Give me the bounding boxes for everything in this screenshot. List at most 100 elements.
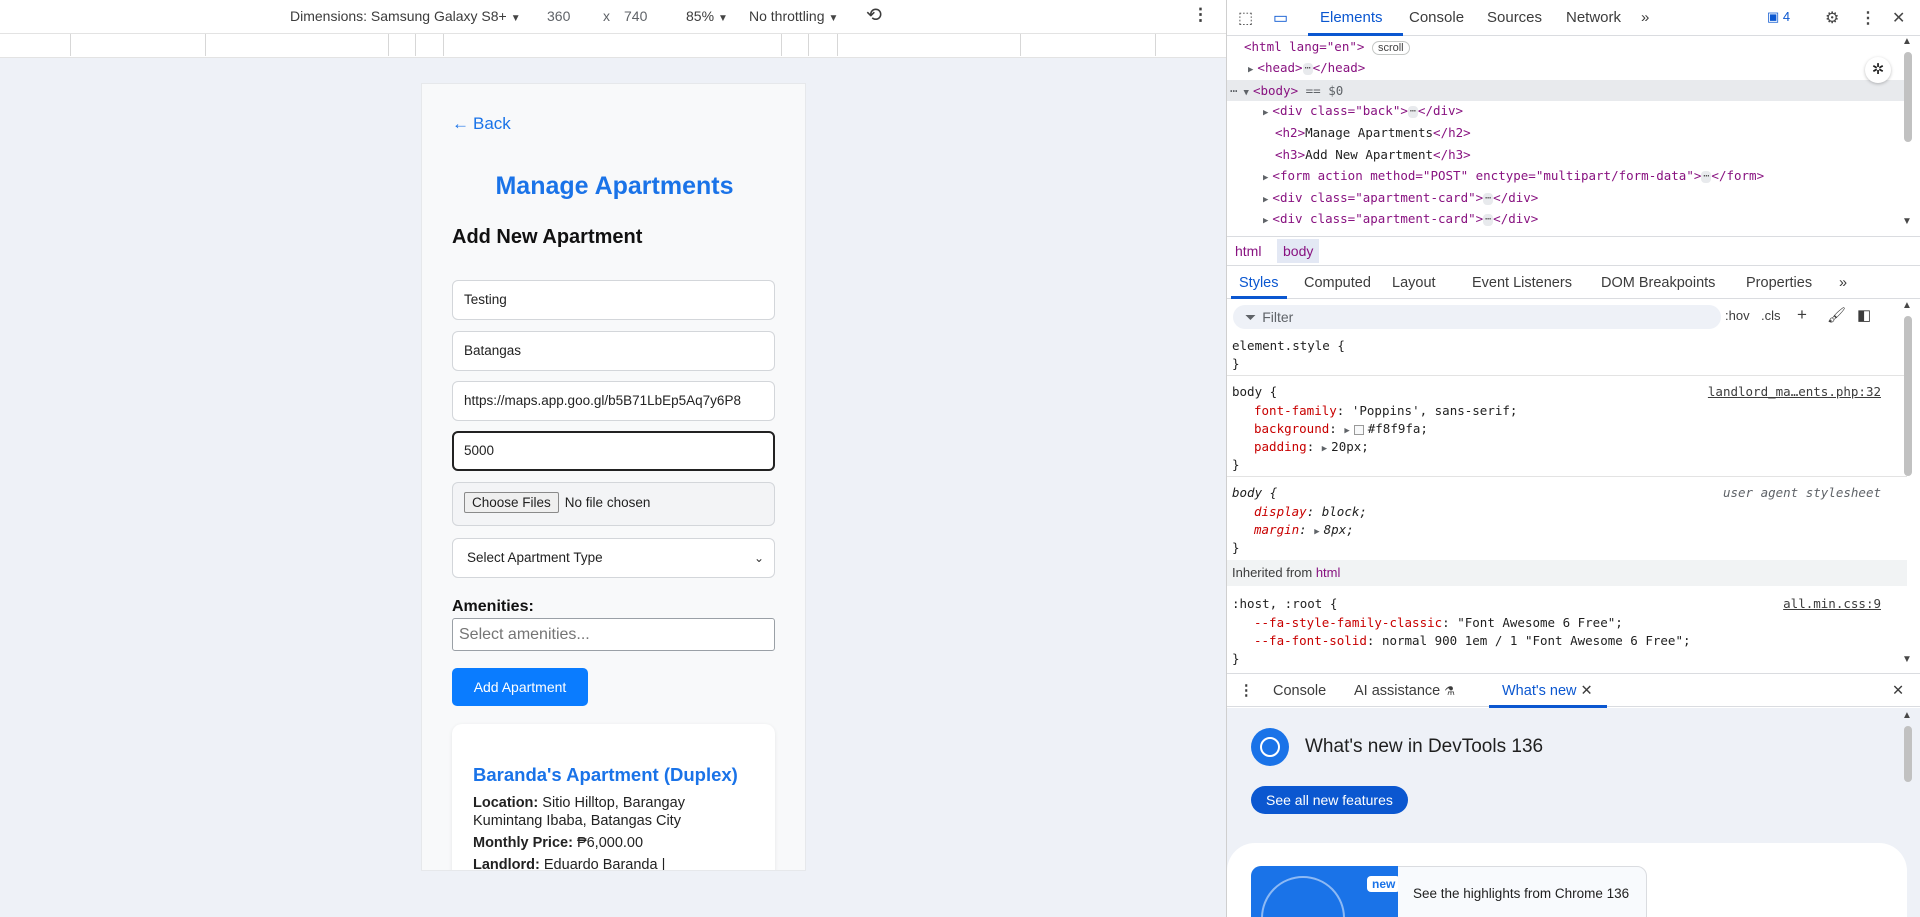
page-title: Manage Apartments <box>495 172 734 200</box>
dom-node-div-back[interactable]: ▶ <div class="back"> ⋯ </div> <box>1263 103 1463 118</box>
drawer-tab-ai-assistance[interactable]: AI assistance ⚗ <box>1354 683 1455 699</box>
rotate-icon[interactable]: ⟲ <box>866 4 882 27</box>
rule-divider <box>1227 476 1907 477</box>
back-link[interactable]: ← Back <box>452 114 511 134</box>
host-root-rule-selector[interactable]: :host, :root { <box>1232 596 1337 611</box>
scroll-up-icon[interactable]: ▲ <box>1902 36 1912 47</box>
dom-node-apartment-card[interactable]: ▶ <div class="apartment-card"> ⋯ </div> <box>1263 190 1538 205</box>
ai-assistance-label: AI assistance <box>1354 683 1441 699</box>
accessibility-icon[interactable]: ✲ <box>1865 57 1891 83</box>
element-style-rule[interactable]: element.style { <box>1232 338 1345 353</box>
color-swatch[interactable] <box>1353 424 1364 435</box>
stylesheet-link[interactable]: landlord_ma…ents.php:32 <box>1708 384 1881 399</box>
throttling-label: No throttling <box>749 8 825 24</box>
apartment-type-select[interactable]: Select Apartment Type ⌄ <box>452 538 775 578</box>
more-tabs-icon[interactable]: » <box>1641 9 1649 26</box>
active-subtab-indicator <box>1231 296 1287 299</box>
device-toolbar-icon[interactable]: ▭ <box>1273 8 1288 28</box>
font-family-declaration[interactable]: font-family: 'Poppins', sans-serif; <box>1254 403 1517 418</box>
new-rule-icon[interactable]: + <box>1797 305 1807 325</box>
more-tabs-icon[interactable]: » <box>1839 275 1847 291</box>
rule-close: } <box>1232 356 1240 371</box>
tab-event-listeners[interactable]: Event Listeners <box>1472 275 1572 291</box>
emulated-page: ← Back Manage Apartments Add New Apartmen… <box>421 83 806 871</box>
dom-scrollbar[interactable] <box>1904 52 1912 142</box>
styles-scrollbar[interactable] <box>1904 316 1912 476</box>
close-icon[interactable]: ✕ <box>1892 8 1905 28</box>
inherited-from-link[interactable]: html <box>1316 565 1341 580</box>
amenities-label: Amenities: <box>452 598 534 615</box>
rule-close: } <box>1232 540 1240 555</box>
background-declaration[interactable]: background: ▶ #f8f9fa; <box>1254 421 1428 436</box>
highlights-link[interactable]: See the highlights from Chrome 136 <box>1413 886 1629 901</box>
fa-classic-declaration[interactable]: --fa-style-family-classic: "Font Awesome… <box>1254 615 1623 630</box>
stylesheet-link[interactable]: all.min.css:9 <box>1783 596 1881 611</box>
dom-node-apartment-card[interactable]: ▶ <div class="apartment-card"> ⋯ </div> <box>1263 211 1538 226</box>
section-title: Add New Apartment <box>452 226 643 248</box>
scroll-badge[interactable]: scroll <box>1371 41 1410 55</box>
select-value: Select Apartment Type <box>467 550 603 565</box>
dom-node-form[interactable]: ▶ <form action method="POST" enctype="mul… <box>1263 168 1764 183</box>
chevron-down-icon: ▼ <box>510 13 521 24</box>
highlights-thumbnail: new <box>1251 866 1398 917</box>
inherited-section-header: Inherited from html <box>1227 560 1907 586</box>
dom-node-head[interactable]: ▶ <head> ⋯ </head> <box>1248 60 1365 75</box>
dom-node-h3[interactable]: <h3>Add New Apartment</h3> <box>1275 147 1471 162</box>
tab-dom-breakpoints[interactable]: DOM Breakpoints <box>1601 275 1715 291</box>
more-options-icon[interactable]: ⋮ <box>1860 8 1876 28</box>
amenities-input[interactable]: Select amenities... <box>452 618 775 651</box>
scroll-up-icon[interactable]: ▲ <box>1902 300 1912 311</box>
width-input[interactable]: 360 <box>547 8 570 24</box>
issues-counter[interactable]: ▣ 4 <box>1767 9 1790 25</box>
close-drawer-icon[interactable]: ✕ <box>1892 683 1904 699</box>
inspect-element-icon[interactable]: ⬚ <box>1238 8 1253 28</box>
choose-files-button[interactable]: Choose Files <box>464 492 559 513</box>
dom-node-h2[interactable]: <h2>Manage Apartments</h2> <box>1275 125 1471 140</box>
zoom-dropdown[interactable]: 85% ▼ <box>686 8 728 24</box>
hov-toggle[interactable]: :hov <box>1725 308 1750 323</box>
paint-brush-icon[interactable]: 🖌 <box>1827 306 1846 324</box>
throttling-dropdown[interactable]: No throttling ▼ <box>749 8 838 24</box>
sidebar-toggle-icon[interactable]: ◧ <box>1857 306 1871 324</box>
drawer-tab-whats-new[interactable]: What's new ✕ <box>1502 683 1593 699</box>
breadcrumb-html[interactable]: html <box>1229 243 1267 259</box>
file-status: No file chosen <box>564 495 651 510</box>
expand-icon[interactable]: ▶ <box>1322 444 1327 454</box>
height-input[interactable]: 740 <box>624 8 647 24</box>
close-tab-icon[interactable]: ✕ <box>1581 683 1593 699</box>
add-apartment-button[interactable]: Add Apartment <box>452 668 588 706</box>
scroll-up-icon[interactable]: ▲ <box>1902 710 1912 721</box>
whats-new-label: What's new <box>1502 683 1577 699</box>
tab-computed[interactable]: Computed <box>1304 275 1371 291</box>
expand-icon[interactable]: ▶ <box>1344 426 1349 436</box>
scroll-down-icon[interactable]: ▼ <box>1902 654 1912 665</box>
settings-gear-icon[interactable]: ⚙ <box>1825 8 1839 28</box>
cls-toggle[interactable]: .cls <box>1761 308 1781 323</box>
tab-console[interactable]: Console <box>1409 9 1464 26</box>
tab-sources[interactable]: Sources <box>1487 9 1542 26</box>
dom-node-body[interactable]: ⋯ ▼ <body> == $0 <box>1227 80 1905 101</box>
dom-node-html[interactable]: <html lang="en"> scroll <box>1244 39 1410 55</box>
more-options-icon[interactable]: ⋮ <box>1192 5 1209 25</box>
padding-declaration[interactable]: padding: ▶ 20px; <box>1254 439 1369 454</box>
tab-styles[interactable]: Styles <box>1239 275 1279 291</box>
drawer-menu-icon[interactable]: ⋮ <box>1239 683 1254 699</box>
see-all-features-button[interactable]: See all new features <box>1251 786 1408 814</box>
price-input[interactable]: 5000 <box>452 431 775 471</box>
tab-elements[interactable]: Elements <box>1320 9 1383 26</box>
apartment-name-input[interactable]: Testing <box>452 280 775 320</box>
drawer-tab-console[interactable]: Console <box>1273 683 1326 699</box>
styles-filter-input[interactable]: ⏷ Filter <box>1233 305 1721 329</box>
expand-icon[interactable]: ▶ <box>1314 527 1319 537</box>
location-input[interactable]: Batangas <box>452 331 775 371</box>
fa-solid-declaration[interactable]: --fa-font-solid: normal 900 1em / 1 "Fon… <box>1254 633 1691 648</box>
drawer-scrollbar[interactable] <box>1904 726 1912 782</box>
tab-network[interactable]: Network <box>1566 9 1621 26</box>
device-dimensions-dropdown[interactable]: Dimensions: Samsung Galaxy S8+ ▼ <box>290 8 521 24</box>
body-rule-selector[interactable]: body { <box>1232 384 1277 399</box>
scroll-down-icon[interactable]: ▼ <box>1902 216 1912 227</box>
tab-layout[interactable]: Layout <box>1392 275 1436 291</box>
tab-properties[interactable]: Properties <box>1746 275 1812 291</box>
map-url-input[interactable]: https://maps.app.goo.gl/b5B71LbEp5Aq7y6P… <box>452 381 775 421</box>
breadcrumb-body[interactable]: body <box>1277 239 1320 263</box>
